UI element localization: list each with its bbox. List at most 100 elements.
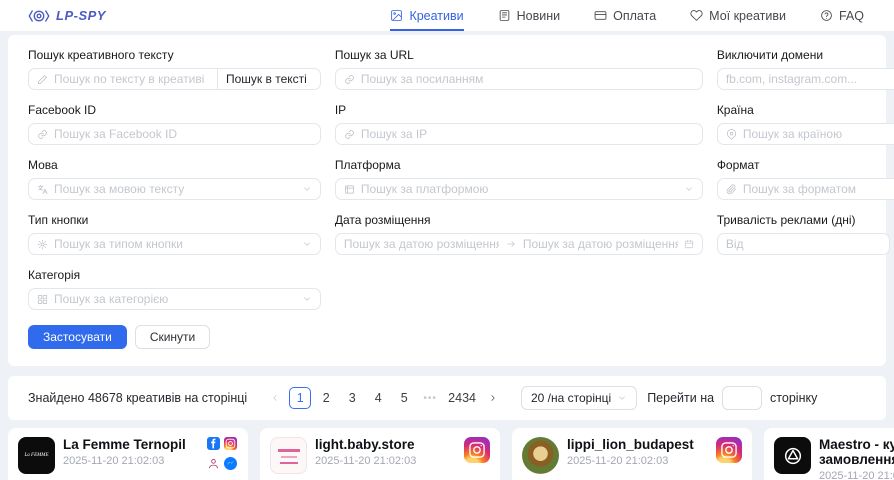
filter-exclude-domains: Виключити домени (717, 48, 894, 90)
page-button-5[interactable]: 5 (393, 387, 415, 409)
page-button-3[interactable]: 3 (341, 387, 363, 409)
filter-label: Дата розміщення (335, 213, 703, 227)
filter-label: Мова (28, 158, 321, 172)
credit-card-icon (594, 9, 607, 22)
filter-country: Країна (717, 103, 894, 145)
card-date: 2025-11-20 21:02:03 (315, 455, 456, 467)
emblem-icon (782, 445, 804, 467)
chevron-down-icon (617, 393, 627, 403)
date-range-picker[interactable] (335, 233, 703, 255)
tab-faq[interactable]: FAQ (820, 0, 864, 31)
map-pin-icon (726, 129, 737, 140)
tab-label: FAQ (839, 9, 864, 23)
translate-icon (37, 184, 48, 195)
card-title[interactable]: Maestro - кухні, ме (819, 437, 894, 452)
creative-card[interactable]: Maestro - кухні, ме замовлення в Ужго 20… (764, 428, 894, 480)
arrow-right-icon (505, 239, 517, 249)
card-title[interactable]: lippi_lion_budapest (567, 437, 708, 452)
language-input[interactable] (54, 182, 296, 196)
text-search-mode-select[interactable]: Пошук в тексті (218, 68, 321, 90)
filter-label: Платформа (335, 158, 703, 172)
creative-card[interactable]: light.baby.store 2025-11-20 21:02:03 3 d… (260, 428, 500, 480)
card-title[interactable]: light.baby.store (315, 437, 456, 452)
filter-creative-text: Пошук креативного тексту Пошук в тексті (28, 48, 321, 90)
chevron-down-icon (302, 184, 312, 194)
calendar-icon (684, 239, 694, 249)
instagram-icon[interactable] (716, 437, 742, 463)
page-button-1[interactable]: 1 (289, 387, 311, 409)
tab-label: Креативи (409, 9, 463, 23)
duration-from-input[interactable] (726, 237, 881, 251)
tab-label: Мої креативи (709, 9, 786, 23)
page-button-4[interactable]: 4 (367, 387, 389, 409)
date-to-input[interactable] (523, 237, 678, 251)
results-summary: Знайдено 48678 креативів на сторінці (28, 391, 247, 405)
apply-button[interactable]: Застосувати (28, 325, 127, 349)
goto-page-input[interactable] (722, 386, 762, 410)
avatar (522, 437, 559, 474)
news-icon (498, 9, 511, 22)
ip-input[interactable] (361, 127, 694, 141)
page-size-select[interactable]: 20 /на сторінці (521, 386, 637, 410)
format-input[interactable] (743, 182, 894, 196)
filter-placement-date: Дата розміщення (335, 213, 703, 255)
filter-format: Формат (717, 158, 894, 200)
results-toolbar: Знайдено 48678 креативів на сторінці 1 2… (8, 376, 886, 420)
creative-card[interactable]: La FEMME La Femme Ternopil 2025-11-20 21… (8, 428, 248, 480)
card-title-line2[interactable]: замовлення в Ужго (819, 452, 894, 467)
card-date: 2025-11-20 21:02:03 (63, 455, 199, 467)
platform-select[interactable] (335, 178, 703, 200)
link-icon (344, 129, 355, 140)
page-button-last[interactable]: 2434 (445, 387, 479, 409)
filter-label: Пошук за URL (335, 48, 703, 62)
page-button-2[interactable]: 2 (315, 387, 337, 409)
goto-page: Перейти на сторінку (647, 386, 817, 410)
exclude-domains-input[interactable] (726, 72, 894, 86)
tab-news[interactable]: Новини (498, 0, 561, 31)
instagram-icon[interactable] (464, 437, 490, 463)
date-from-input[interactable] (344, 237, 499, 251)
results-grid: La FEMME La Femme Ternopil 2025-11-20 21… (8, 428, 894, 480)
filter-label: Пошук креативного тексту (28, 48, 321, 62)
link-icon (344, 74, 355, 85)
card-title[interactable]: La Femme Ternopil (63, 437, 199, 452)
creative-text-input[interactable] (54, 72, 209, 86)
prev-page-button[interactable] (265, 387, 285, 409)
avatar (270, 437, 307, 474)
main-nav: Креативи Новини Оплата Мої креативи FAQ (390, 0, 864, 31)
window-icon (344, 184, 355, 195)
facebook-icon[interactable] (207, 437, 220, 450)
next-page-button[interactable] (483, 387, 503, 409)
platform-input[interactable] (361, 182, 678, 196)
brand-logo[interactable]: LP-SPY (28, 8, 106, 24)
chevron-down-icon (302, 294, 312, 304)
filter-facebook-id: Facebook ID (28, 103, 321, 145)
filter-label: IP (335, 103, 703, 117)
filter-label: Тривалість реклами (дні) (717, 213, 894, 227)
reset-button[interactable]: Скинути (135, 325, 210, 349)
tab-my-creatives[interactable]: Мої креативи (690, 0, 786, 31)
tab-creatives[interactable]: Креативи (390, 0, 463, 31)
tab-label: Новини (517, 9, 561, 23)
pagination-ellipsis[interactable]: ••• (419, 387, 441, 409)
eye-logo-icon (28, 8, 50, 24)
category-select[interactable] (28, 288, 321, 310)
avatar (774, 437, 811, 474)
help-circle-icon (820, 9, 833, 22)
creative-card[interactable]: lippi_lion_budapest 2025-11-20 21:02:03 … (512, 428, 752, 480)
messenger-icon[interactable] (224, 457, 237, 470)
button-type-select[interactable] (28, 233, 321, 255)
category-input[interactable] (54, 292, 296, 306)
filter-ip: IP (335, 103, 703, 145)
facebook-id-input[interactable] (54, 127, 312, 141)
instagram-icon[interactable] (224, 437, 237, 450)
button-type-input[interactable] (54, 237, 296, 251)
language-select[interactable] (28, 178, 321, 200)
tab-payment[interactable]: Оплата (594, 0, 656, 31)
chevron-down-icon (302, 239, 312, 249)
filter-label: Facebook ID (28, 103, 321, 117)
filter-url: Пошук за URL (335, 48, 703, 90)
country-input[interactable] (743, 127, 894, 141)
url-input[interactable] (361, 72, 694, 86)
profile-icon[interactable] (207, 457, 220, 470)
